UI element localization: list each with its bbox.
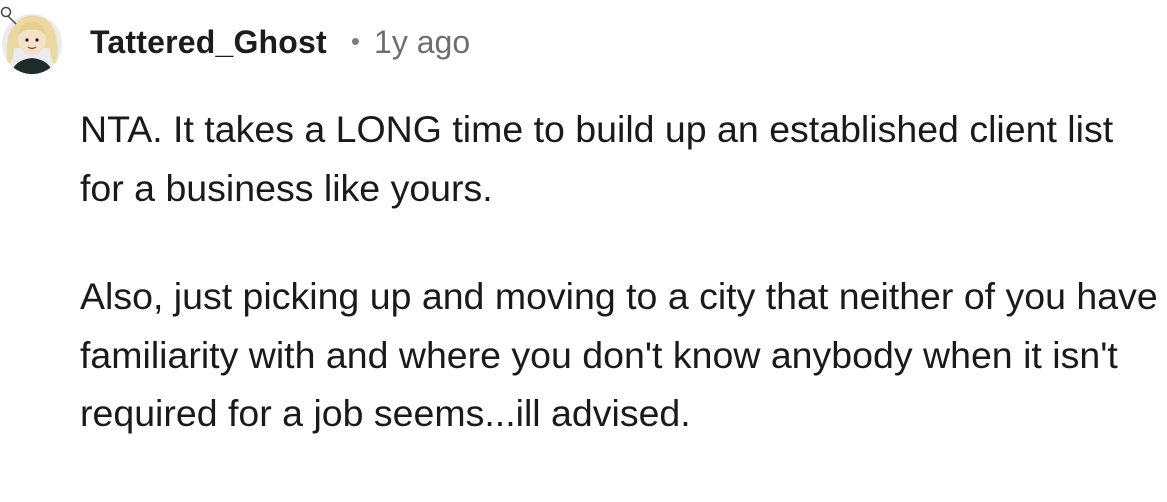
username-link[interactable]: Tattered_Ghost [90, 24, 327, 61]
snoo-avatar-icon [0, 6, 62, 74]
comment-body: NTA. It takes a LONG time to build up an… [80, 100, 1160, 443]
comment-header: Tattered_Ghost • 1y ago [90, 20, 470, 64]
comment-paragraph: NTA. It takes a LONG time to build up an… [80, 108, 1114, 209]
meta-separator: • [350, 25, 361, 56]
comment-paragraph: Also, just picking up and moving to a ci… [80, 275, 1158, 434]
comment: Tattered_Ghost • 1y ago NTA. It takes a … [0, 0, 1167, 502]
avatar[interactable] [0, 0, 66, 76]
timestamp[interactable]: 1y ago [374, 24, 470, 61]
